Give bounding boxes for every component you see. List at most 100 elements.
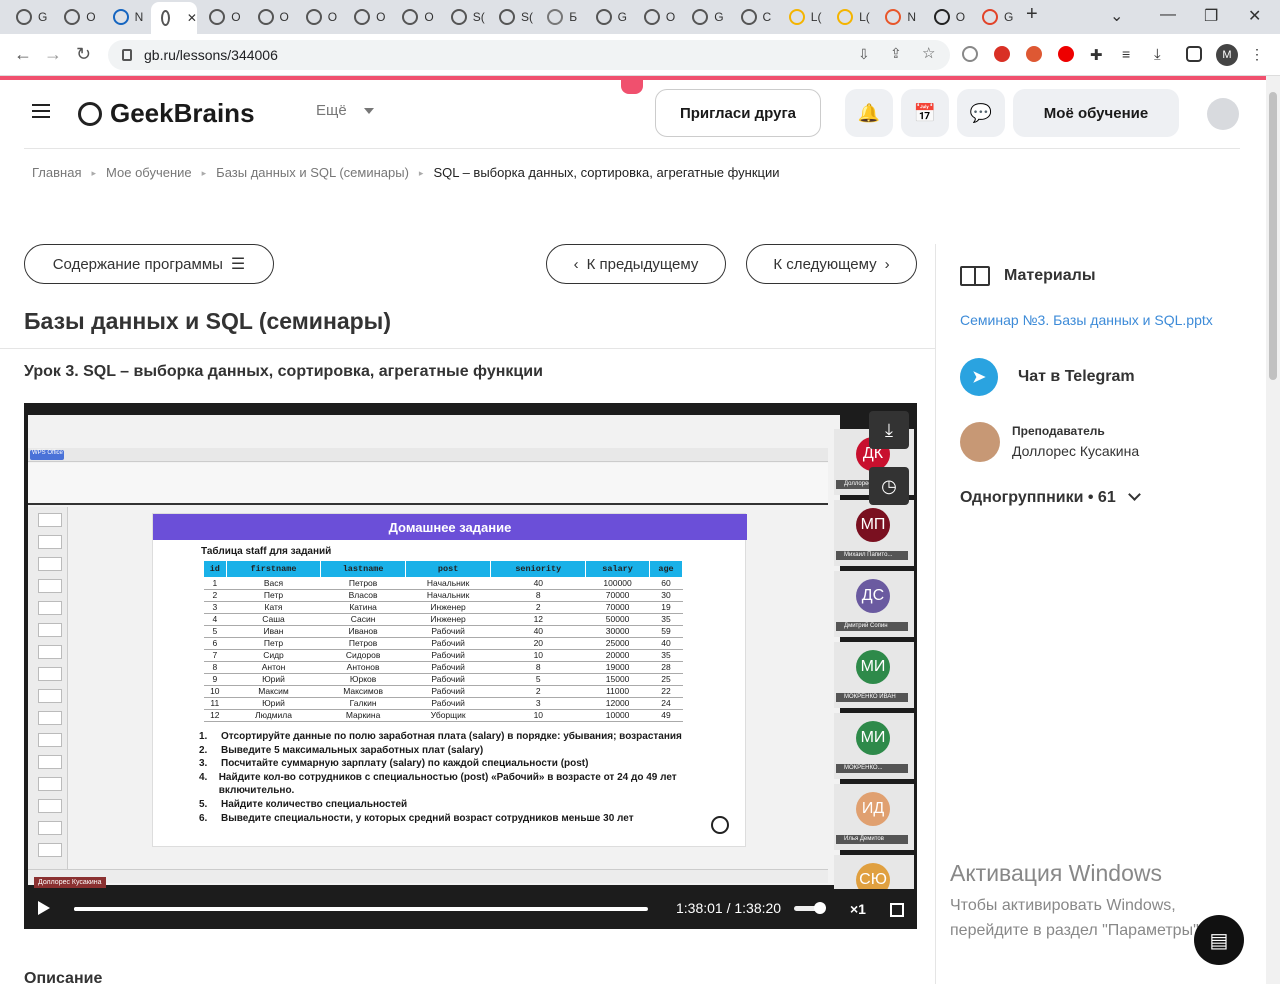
notifications-bell-icon[interactable]: 🔔 <box>845 89 893 137</box>
table-header-cell: seniority <box>490 560 587 578</box>
menu-icon[interactable] <box>32 104 50 118</box>
tab-favicon-icon <box>402 9 419 25</box>
bookmark-star-icon[interactable]: ☆ <box>922 44 935 62</box>
tab-title: L( <box>810 10 822 24</box>
table-cell: 40 <box>490 577 586 590</box>
table-cell: 49 <box>649 709 683 722</box>
messages-icon[interactable]: 💬 <box>957 89 1005 137</box>
table-row: 9 Юрий Юрков Рабочий 5 15000 25 <box>203 673 683 686</box>
telegram-chat-link[interactable]: ➤ Чат в Telegram <box>960 358 1135 396</box>
browser-tab[interactable]: О <box>54 4 100 30</box>
browser-tab[interactable]: L( <box>779 4 825 30</box>
play-icon[interactable] <box>38 901 50 915</box>
user-avatar[interactable] <box>1207 98 1239 130</box>
video-player[interactable]: WPS Office Домашнее задание Таблица staf… <box>24 403 917 929</box>
slide-thumbnail <box>38 645 62 659</box>
fullscreen-icon[interactable] <box>890 903 904 917</box>
minimize-button[interactable]: — <box>1160 6 1176 24</box>
browser-tab[interactable]: G <box>682 4 728 30</box>
table-cell: Сасин <box>320 613 406 626</box>
task-text: Найдите количество специальностей <box>221 798 408 810</box>
browser-tab[interactable]: G <box>6 4 52 30</box>
tab-title: G <box>38 10 48 24</box>
browser-menu-icon[interactable]: ⋮ <box>1250 46 1266 62</box>
browser-tab[interactable]: G <box>972 4 1018 30</box>
browser-tab[interactable]: L( <box>827 4 873 30</box>
support-chat-button[interactable]: ▤ <box>1194 915 1244 965</box>
table-cell: 35 <box>649 613 683 626</box>
speed-button[interactable]: ×1 <box>850 901 866 917</box>
breadcrumb-course[interactable]: Базы данных и SQL (семинары) <box>216 165 409 180</box>
tab-title: О <box>424 10 434 24</box>
breadcrumb-separator-icon: ▸ <box>201 168 207 178</box>
table-cell: 9 <box>203 673 227 686</box>
forward-icon[interactable]: → <box>44 44 62 65</box>
table-cell: 10 <box>203 685 227 698</box>
browser-tab[interactable]: N <box>103 4 149 30</box>
browser-tab[interactable]: О <box>392 4 438 30</box>
download-icon[interactable]: ⤓ <box>869 411 909 449</box>
previous-lesson-button[interactable]: ‹ К предыдущему <box>546 244 726 284</box>
adblock-extension-icon[interactable] <box>994 46 1010 62</box>
close-window-button[interactable]: ✕ <box>1248 6 1261 26</box>
table-cell: 100000 <box>585 577 650 590</box>
extensions-puzzle-icon[interactable]: ✚ <box>1090 46 1106 64</box>
table-cell: 30000 <box>585 625 650 638</box>
browser-tab[interactable]: N <box>875 4 921 30</box>
progress-bar[interactable] <box>74 907 648 911</box>
browser-tab[interactable]: О <box>924 4 970 30</box>
address-bar[interactable]: gb.ru/lessons/344006 ⇩ ⇪ ☆ <box>108 40 950 70</box>
table-row: 12 Людмила Маркина Уборщик 10 10000 49 <box>203 709 683 722</box>
restore-button[interactable]: ❐ <box>1204 6 1218 26</box>
tab-title: G <box>617 10 627 24</box>
site-logo[interactable]: GeekBrains <box>78 98 255 129</box>
tab-search-icon[interactable]: ⌄ <box>1110 6 1123 26</box>
tab-title: S( <box>472 10 485 24</box>
new-tab-button[interactable]: + <box>1026 3 1038 26</box>
wps-title-bar: WPS Office <box>28 448 828 462</box>
browser-tab[interactable]: О <box>248 4 294 30</box>
table-row: 4 Саша Сасин Инженер 12 50000 35 <box>203 613 683 626</box>
participant-name: МОКРЕНКО ИВАН <box>836 693 908 702</box>
browser-tab[interactable]: G <box>586 4 632 30</box>
globe-extension-icon[interactable] <box>962 46 978 62</box>
profile-avatar[interactable]: M <box>1216 44 1238 66</box>
scrollbar-thumb[interactable] <box>1269 92 1277 380</box>
browser-tab[interactable]: О <box>199 4 245 30</box>
next-lesson-button[interactable]: К следующему › <box>746 244 917 284</box>
invite-friend-button[interactable]: Пригласи друга <box>655 89 821 137</box>
side-panel-icon[interactable] <box>1186 46 1202 62</box>
more-dropdown[interactable]: Ещё <box>316 102 374 119</box>
materials-file-link[interactable]: Семинар №3. Базы данных и SQL.pptx <box>960 312 1213 328</box>
downloads-icon[interactable]: ⤓ <box>1154 46 1170 63</box>
my-learning-button[interactable]: Моё обучение <box>1013 89 1179 137</box>
breadcrumb-my-learning[interactable]: Мое обучение <box>106 165 192 180</box>
browser-tab[interactable]: ✕ <box>150 2 197 34</box>
calendar-icon[interactable]: 📅 <box>901 89 949 137</box>
breadcrumb-home[interactable]: Главная <box>32 165 81 180</box>
browser-tab[interactable]: S( <box>489 4 535 30</box>
timer-icon[interactable]: ◷ <box>869 467 909 505</box>
back-icon[interactable]: ← <box>14 44 32 65</box>
browser-tab[interactable]: О <box>344 4 390 30</box>
media-control-icon[interactable]: ≡ <box>1122 46 1138 62</box>
classmates-toggle[interactable]: Одногруппники • 61 <box>960 488 1141 507</box>
table-cell: 7 <box>203 649 227 662</box>
page-scrollbar[interactable] <box>1266 76 1280 984</box>
stop-extension-icon[interactable] <box>1058 46 1074 62</box>
tab-close-icon[interactable]: ✕ <box>187 11 197 25</box>
program-contents-button[interactable]: Содержание программы ☰ <box>24 244 274 284</box>
browser-tab[interactable]: О <box>296 4 342 30</box>
duckduckgo-extension-icon[interactable] <box>1026 46 1042 62</box>
browser-tab[interactable]: С <box>731 4 777 30</box>
browser-tab[interactable]: О <box>634 4 680 30</box>
volume-slider[interactable] <box>794 902 826 914</box>
reload-icon[interactable]: ↻ <box>76 44 91 65</box>
share-icon[interactable]: ⇪ <box>890 45 902 62</box>
browser-tab[interactable]: Б <box>537 4 583 30</box>
install-icon[interactable]: ⇩ <box>858 46 870 63</box>
table-cell: 2 <box>490 685 586 698</box>
browser-tab[interactable]: S( <box>441 4 487 30</box>
table-cell: Петр <box>226 589 321 602</box>
table-cell: 10 <box>490 709 586 722</box>
